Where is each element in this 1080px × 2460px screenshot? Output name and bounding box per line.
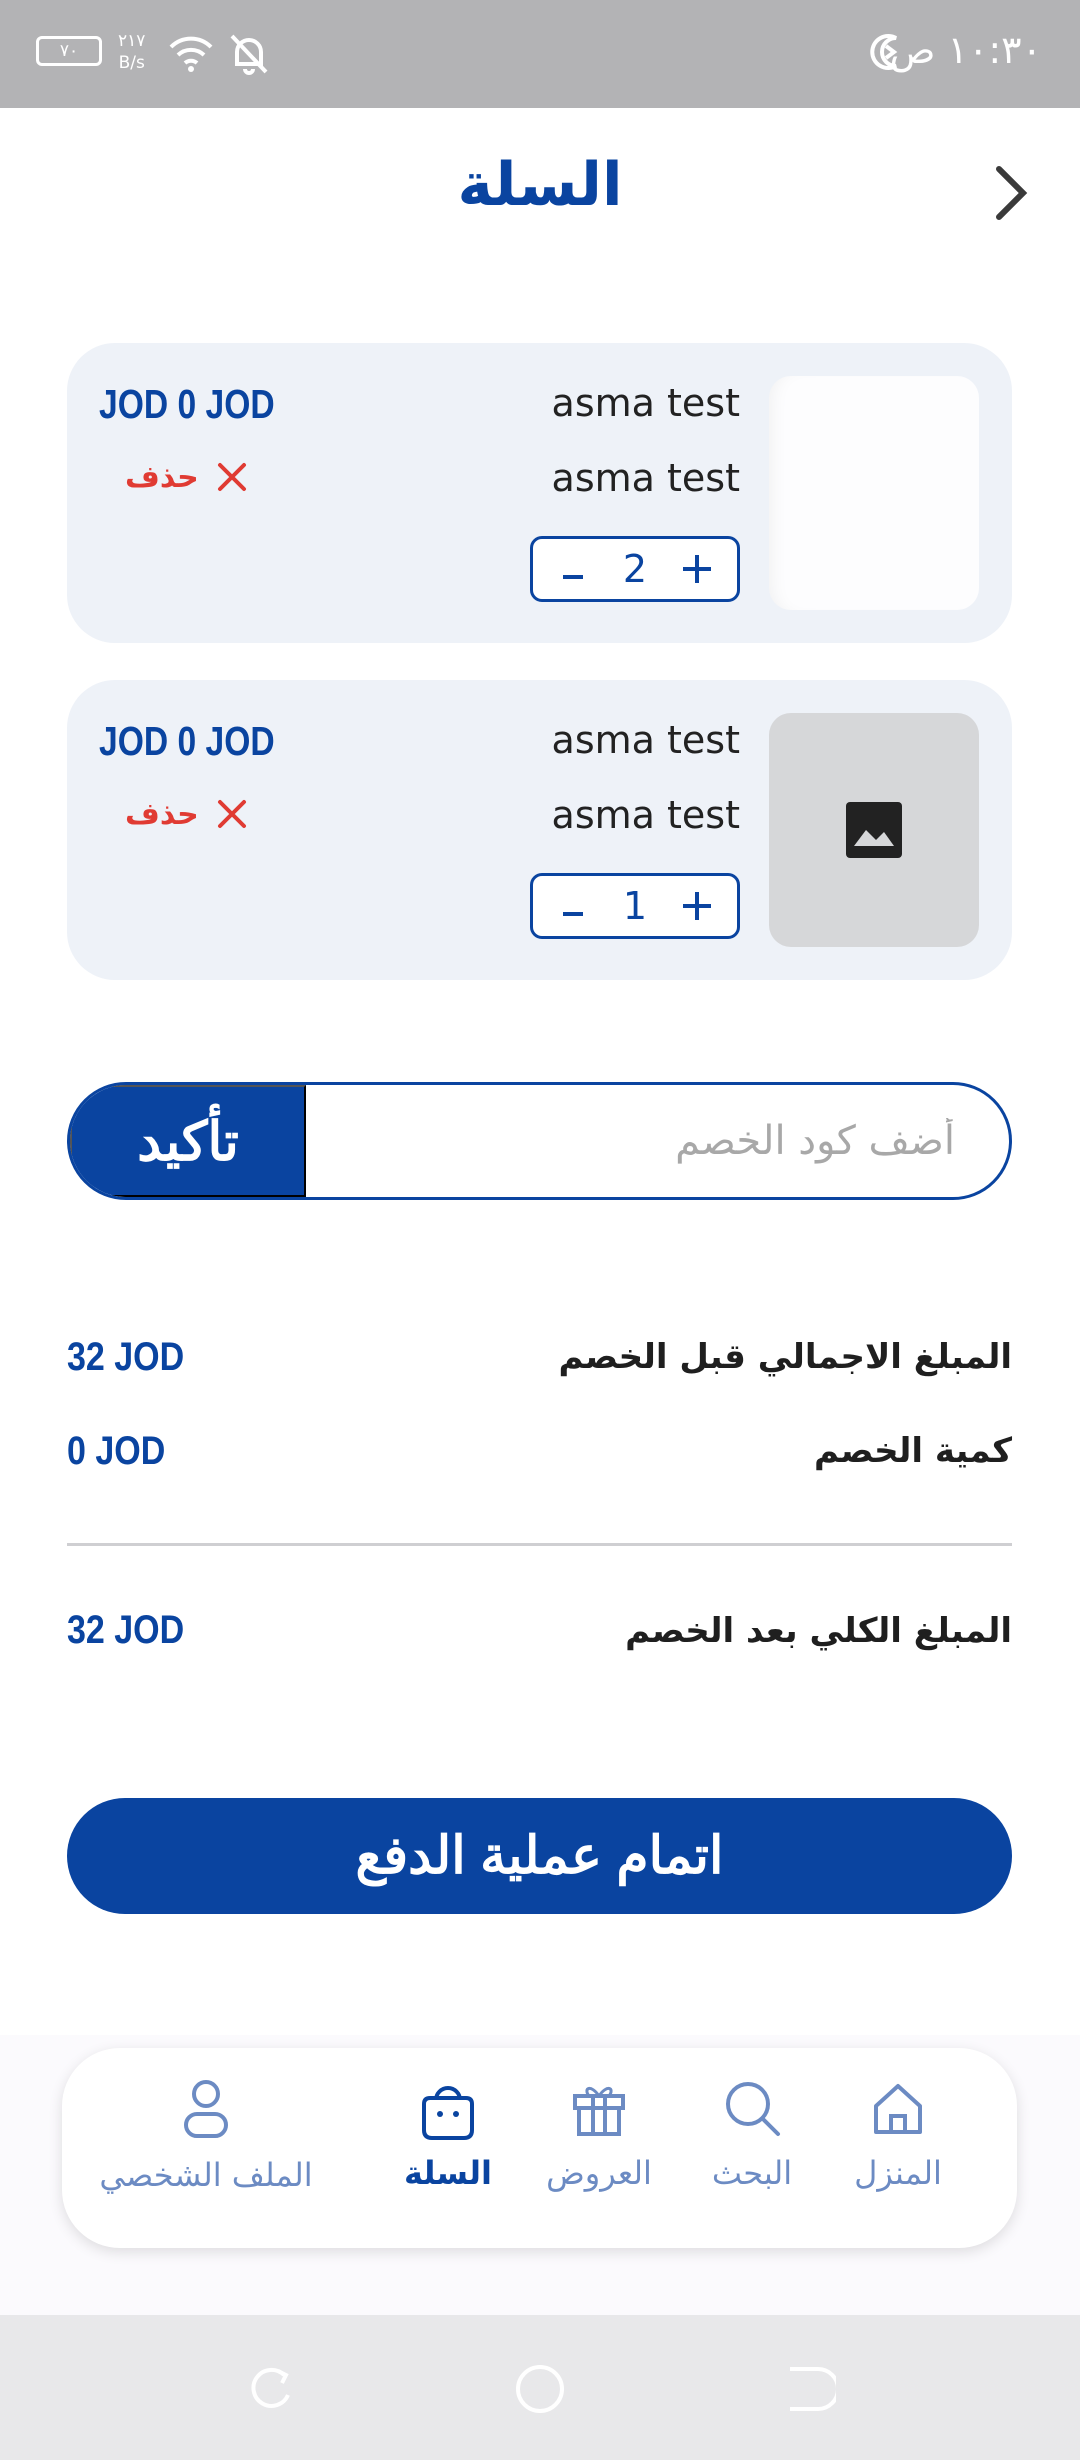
minus-icon bbox=[563, 912, 583, 916]
alarm-icon bbox=[870, 34, 898, 70]
nav-label: السلة bbox=[403, 2154, 492, 2192]
quantity-stepper: 2 bbox=[530, 536, 740, 602]
decrease-quantity-button[interactable] bbox=[555, 888, 591, 924]
page-title: السلة bbox=[457, 150, 623, 220]
coupon-input[interactable] bbox=[306, 1085, 1009, 1197]
bag-icon bbox=[422, 2086, 474, 2140]
minus-icon bbox=[563, 575, 583, 579]
confirm-coupon-button[interactable]: تأكيد bbox=[70, 1085, 306, 1197]
system-nav-bar bbox=[0, 2315, 1080, 2460]
decrease-quantity-button[interactable] bbox=[555, 551, 591, 587]
product-image[interactable] bbox=[769, 376, 979, 610]
discount-label: كمية الخصم bbox=[814, 1431, 1012, 1471]
summary-divider bbox=[67, 1543, 1012, 1546]
battery-level: ٧٠ bbox=[59, 41, 79, 61]
quantity-value: 2 bbox=[622, 547, 648, 591]
delete-label: حذف bbox=[125, 459, 199, 495]
discount-value: 0 JOD bbox=[67, 1429, 166, 1473]
home-icon bbox=[874, 2084, 922, 2134]
network-speed-unit: B/s bbox=[118, 53, 145, 73]
product-subtitle: asma test bbox=[551, 793, 740, 837]
delete-label: حذف bbox=[125, 796, 199, 832]
total-value: 32 JOD bbox=[67, 1608, 185, 1652]
cart-item: asma test asma test JOD 0 JOD حذف 2 bbox=[67, 343, 1012, 643]
product-name: asma test bbox=[551, 381, 740, 425]
nav-item-cart[interactable]: السلة bbox=[348, 2078, 548, 2228]
subtotal-label: المبلغ الاجمالي قبل الخصم bbox=[558, 1337, 1013, 1377]
cart-item: asma test asma test JOD 0 JOD حذف 1 bbox=[67, 680, 1012, 980]
product-image[interactable] bbox=[769, 713, 979, 947]
image-placeholder-icon bbox=[846, 802, 902, 858]
quantity-stepper: 1 bbox=[530, 873, 740, 939]
delete-button[interactable]: حذف bbox=[125, 792, 247, 836]
increase-quantity-button[interactable] bbox=[679, 551, 715, 587]
profile-icon bbox=[184, 2080, 228, 2138]
product-subtitle: asma test bbox=[551, 456, 740, 500]
close-icon bbox=[217, 800, 246, 828]
quantity-value: 1 bbox=[622, 884, 648, 928]
home-nav-icon[interactable] bbox=[514, 2363, 566, 2415]
plus-icon bbox=[683, 892, 711, 920]
back-nav-icon[interactable] bbox=[784, 2363, 836, 2415]
wifi-icon bbox=[169, 36, 213, 72]
nav-item-profile[interactable]: الملف الشخصي bbox=[86, 2078, 326, 2228]
plus-icon bbox=[683, 555, 711, 583]
gift-icon bbox=[573, 2087, 625, 2136]
product-name: asma test bbox=[551, 718, 740, 762]
chevron-right-icon bbox=[996, 166, 1028, 220]
network-speed-value: ٢١٧ bbox=[118, 31, 146, 51]
status-bar: ١٠:٣٠ ص ٧٠ ٢١٧ B/s bbox=[0, 0, 1080, 108]
nav-label: الملف الشخصي bbox=[99, 2156, 313, 2194]
recent-apps-icon[interactable] bbox=[244, 2363, 296, 2415]
search-icon bbox=[726, 2082, 780, 2136]
network-speed: ٢١٧ B/s bbox=[118, 30, 145, 74]
coupon-form: تأكيد bbox=[67, 1082, 1012, 1200]
bottom-nav: المنزل البحث العروض السلة الملف الشخصي bbox=[62, 2048, 1017, 2248]
battery-icon: ٧٠ bbox=[36, 36, 102, 66]
increase-quantity-button[interactable] bbox=[679, 888, 715, 924]
delete-button[interactable]: حذف bbox=[125, 455, 247, 499]
close-icon bbox=[217, 463, 246, 491]
subtotal-value: 32 JOD bbox=[67, 1335, 185, 1379]
product-price: JOD 0 JOD bbox=[99, 381, 275, 427]
status-time: ١٠:٣٠ ص bbox=[889, 28, 1042, 72]
notifications-off-icon bbox=[230, 34, 268, 75]
back-button[interactable] bbox=[975, 155, 1045, 230]
checkout-button[interactable]: اتمام عملية الدفع bbox=[67, 1798, 1012, 1914]
total-label: المبلغ الكلي بعد الخصم bbox=[625, 1611, 1012, 1651]
product-price: JOD 0 JOD bbox=[99, 718, 275, 764]
